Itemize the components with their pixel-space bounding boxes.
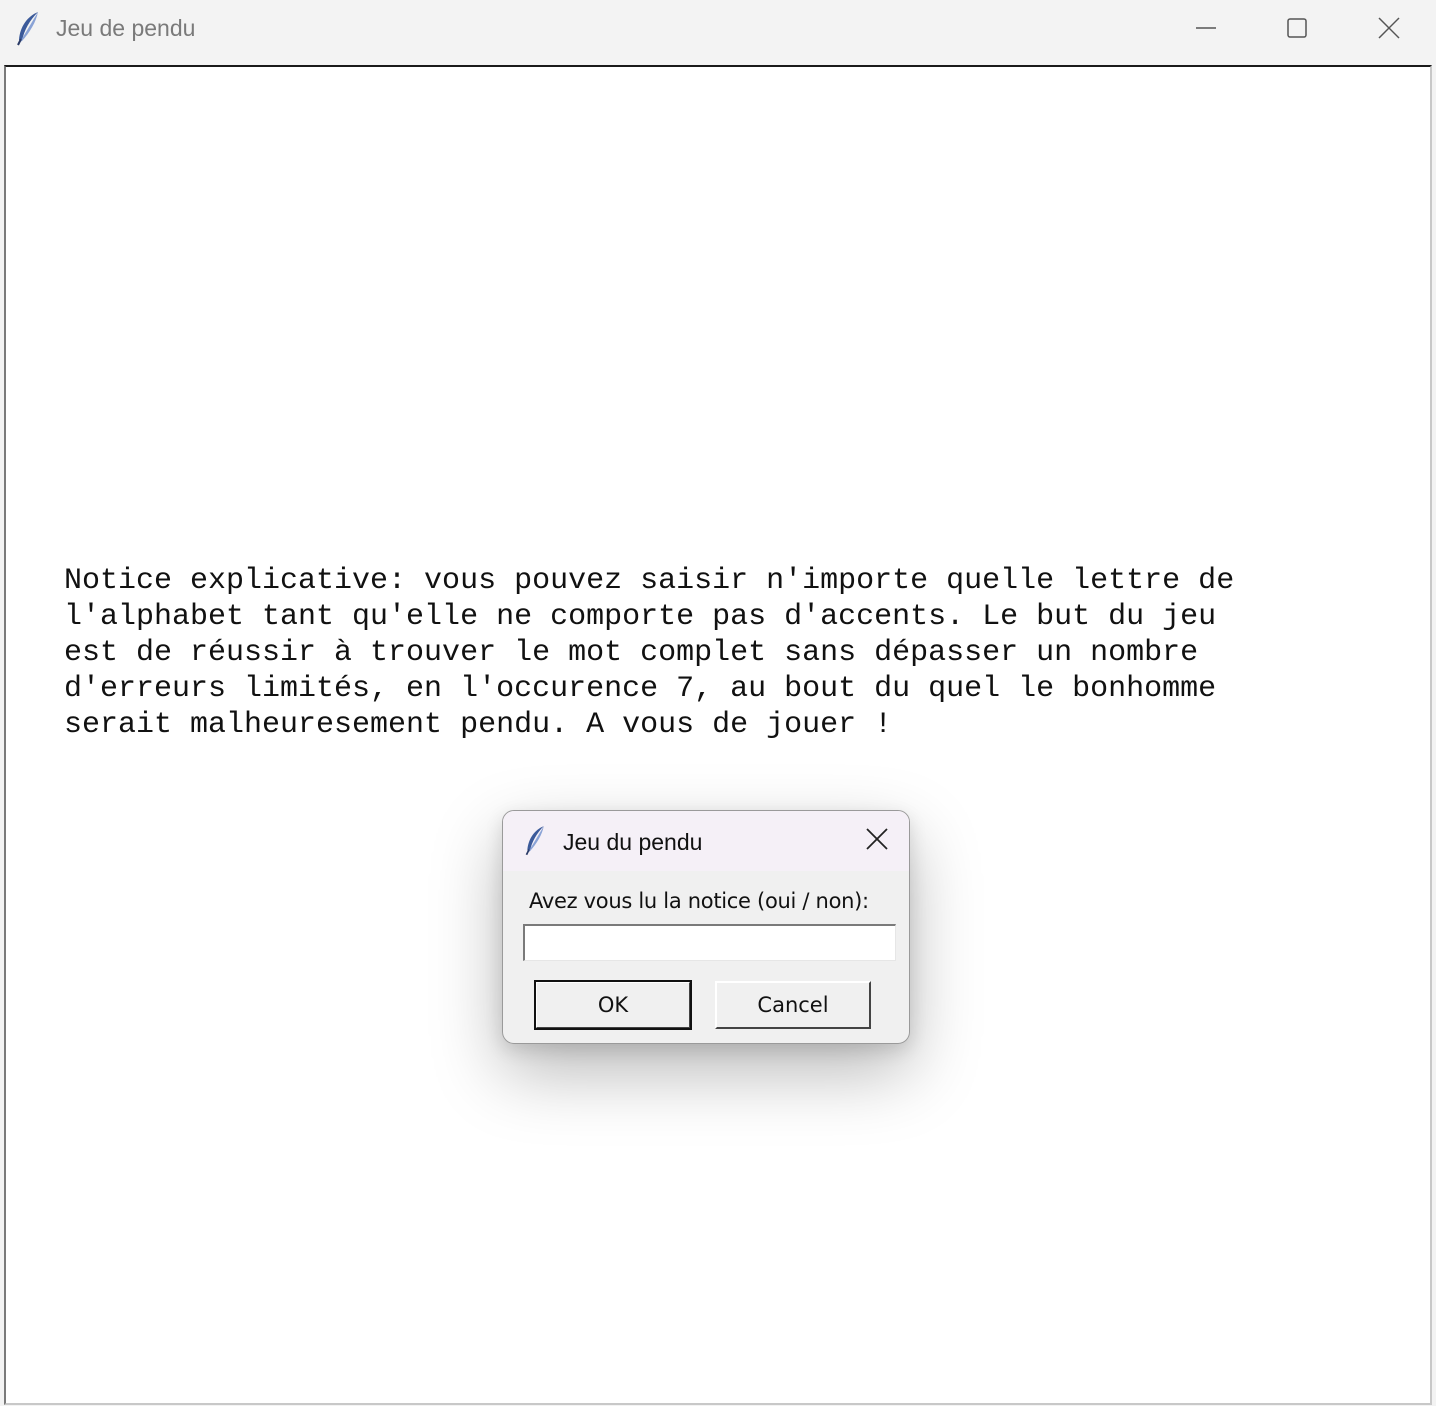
minimize-icon (1194, 16, 1218, 40)
notice-text: Notice explicative: vous pouvez saisir n… (64, 564, 1235, 742)
input-dialog: Jeu du pendu Avez vous lu la notice (oui… (502, 810, 910, 1044)
minimize-button[interactable] (1161, 0, 1251, 56)
main-window: Jeu de pendu Notice explicative: vous po… (0, 0, 1436, 1406)
dialog-title: Jeu du pendu (563, 829, 703, 855)
dialog-prompt: Avez vous lu la notice (oui / non): (529, 889, 869, 913)
feather-icon (14, 10, 44, 46)
game-canvas: Notice explicative: vous pouvez saisir n… (4, 65, 1432, 1405)
answer-input[interactable] (523, 924, 896, 961)
feather-icon (523, 823, 549, 857)
maximize-icon (1285, 16, 1309, 40)
close-icon (865, 827, 889, 856)
close-icon (1377, 16, 1401, 40)
dialog-titlebar[interactable]: Jeu du pendu (503, 811, 909, 871)
maximize-button[interactable] (1252, 0, 1342, 56)
ok-button[interactable]: OK (534, 980, 692, 1030)
close-button[interactable] (1344, 0, 1434, 56)
window-title: Jeu de pendu (56, 15, 196, 41)
cancel-button[interactable]: Cancel (715, 981, 871, 1029)
dialog-close-button[interactable] (857, 823, 897, 859)
window-titlebar[interactable]: Jeu de pendu (0, 0, 1436, 60)
